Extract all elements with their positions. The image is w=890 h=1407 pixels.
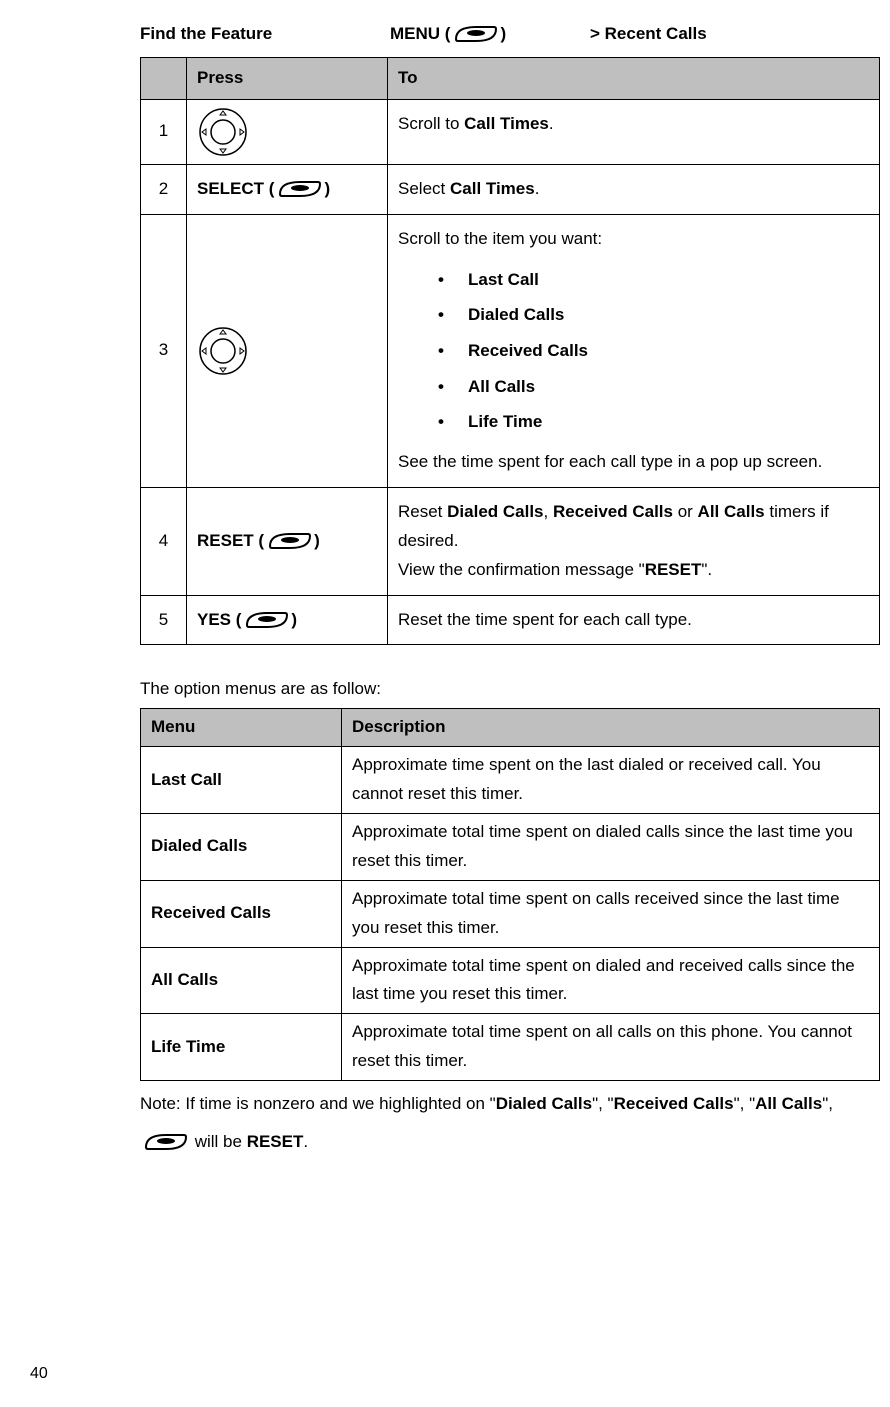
- press-cell: SELECT (): [187, 164, 388, 214]
- table-row: Dialed Calls Approximate total time spen…: [141, 814, 880, 881]
- step-num: 1: [141, 99, 187, 164]
- table-row: 2 SELECT () Select Call Times.: [141, 164, 880, 214]
- step-num: 5: [141, 595, 187, 645]
- find-feature-label: Find the Feature: [140, 20, 390, 49]
- softkey-icon: [140, 1131, 190, 1153]
- menu-name: Last Call: [141, 747, 342, 814]
- steps-table: Press To 1 Scroll to Call Times. 2 SELEC…: [140, 57, 880, 646]
- list-item: Life Time: [438, 404, 869, 440]
- softkey-icon: [450, 23, 500, 45]
- list-item: All Calls: [438, 369, 869, 405]
- menu-name: All Calls: [141, 947, 342, 1014]
- press-cell: [187, 214, 388, 487]
- menu-path-label: MENU ( ): [390, 20, 590, 49]
- press-cell: YES (): [187, 595, 388, 645]
- find-feature-header: Find the Feature MENU ( ) > Recent Calls: [140, 20, 860, 49]
- step-num: 2: [141, 164, 187, 214]
- bullet-list: Last Call Dialed Calls Received Calls Al…: [398, 262, 869, 440]
- col-press: Press: [187, 57, 388, 99]
- table-row: All Calls Approximate total time spent o…: [141, 947, 880, 1014]
- menu-name: Life Time: [141, 1014, 342, 1081]
- menu-desc: Approximate time spent on the last diale…: [342, 747, 880, 814]
- list-item: Received Calls: [438, 333, 869, 369]
- to-cell: Reset the time spent for each call type.: [388, 595, 880, 645]
- to-cell: Scroll to the item you want: Last Call D…: [388, 214, 880, 487]
- step-num: 3: [141, 214, 187, 487]
- step-num: 4: [141, 487, 187, 595]
- softkey-icon: [241, 609, 291, 631]
- to-cell: Reset Dialed Calls, Received Calls or Al…: [388, 487, 880, 595]
- press-cell: [187, 99, 388, 164]
- page-number: 40: [30, 1360, 48, 1387]
- menu-desc: Approximate total time spent on all call…: [342, 1014, 880, 1081]
- col-menu: Menu: [141, 709, 342, 747]
- table-row: 4 RESET () Reset Dialed Calls, Received …: [141, 487, 880, 595]
- list-item: Last Call: [438, 262, 869, 298]
- table-row: 3 Scroll to the item you want: Last Call…: [141, 214, 880, 487]
- softkey-icon: [264, 530, 314, 552]
- table-row: 1 Scroll to Call Times.: [141, 99, 880, 164]
- softkey-icon: [274, 178, 324, 200]
- col-blank: [141, 57, 187, 99]
- menu-name: Received Calls: [141, 880, 342, 947]
- to-cell: Select Call Times.: [388, 164, 880, 214]
- table-header-row: Press To: [141, 57, 880, 99]
- press-cell: RESET (): [187, 487, 388, 595]
- menu-name: Dialed Calls: [141, 814, 342, 881]
- recent-calls-label: > Recent Calls: [590, 20, 707, 49]
- nav-circle-icon: [197, 325, 249, 377]
- to-cell: Scroll to Call Times.: [388, 99, 880, 164]
- table-row: Last Call Approximate time spent on the …: [141, 747, 880, 814]
- table-header-row: Menu Description: [141, 709, 880, 747]
- menu-desc: Approximate total time spent on dialed a…: [342, 947, 880, 1014]
- menus-intro: The option menus are as follow:: [140, 675, 860, 704]
- list-item: Dialed Calls: [438, 297, 869, 333]
- menu-desc: Approximate total time spent on dialed c…: [342, 814, 880, 881]
- col-to: To: [388, 57, 880, 99]
- col-desc: Description: [342, 709, 880, 747]
- menu-desc: Approximate total time spent on calls re…: [342, 880, 880, 947]
- table-row: 5 YES () Reset the time spent for each c…: [141, 595, 880, 645]
- note-text: Note: If time is nonzero and we highligh…: [140, 1085, 860, 1160]
- nav-circle-icon: [197, 106, 249, 158]
- menus-table: Menu Description Last Call Approximate t…: [140, 708, 880, 1081]
- table-row: Life Time Approximate total time spent o…: [141, 1014, 880, 1081]
- table-row: Received Calls Approximate total time sp…: [141, 880, 880, 947]
